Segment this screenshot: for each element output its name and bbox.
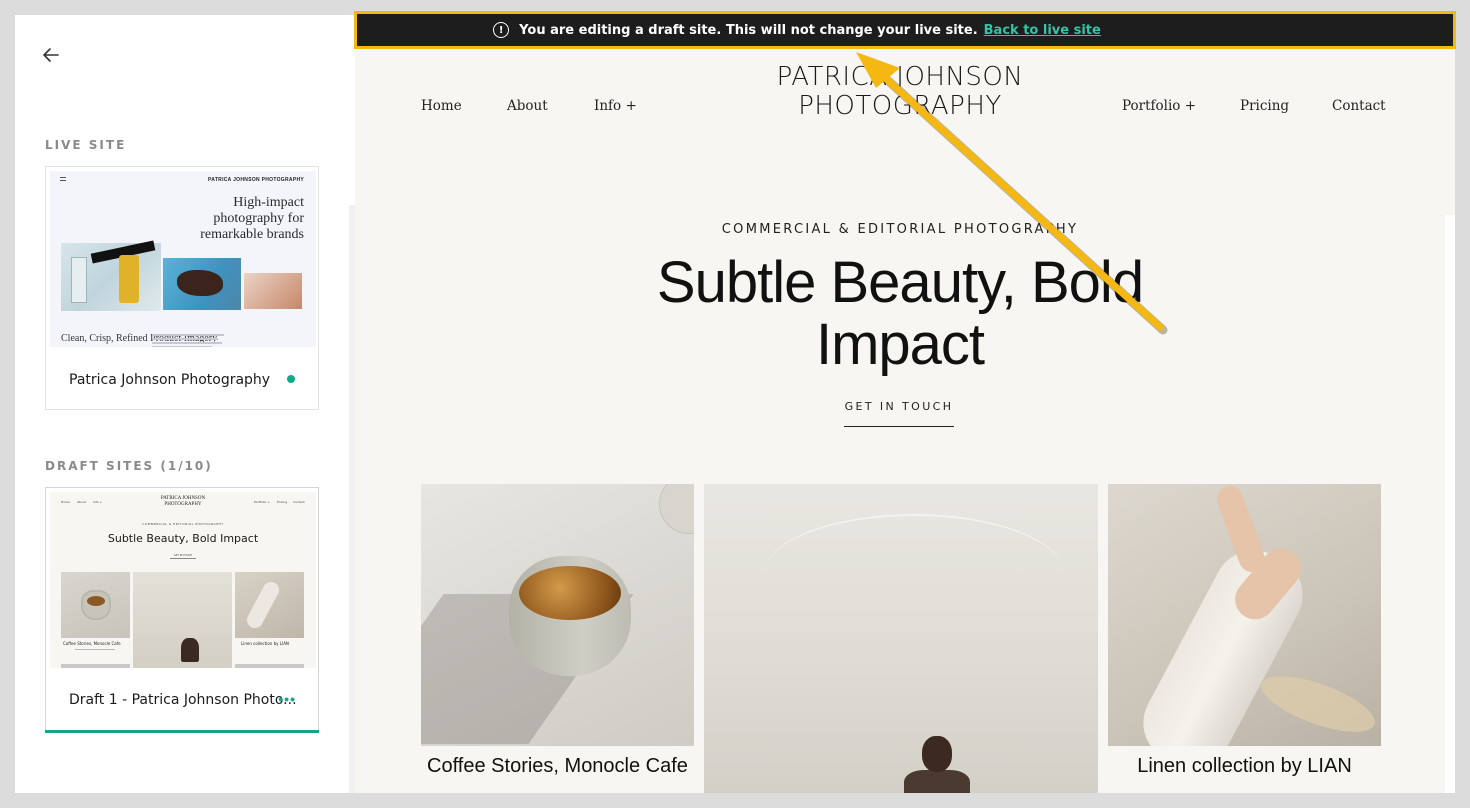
nav-pricing[interactable]: Pricing [1240, 98, 1289, 114]
nav-contact[interactable]: Contact [1332, 98, 1386, 114]
thumb-image-man [133, 572, 232, 668]
draft-sites-heading: DRAFT SITES (1/10) [45, 459, 213, 473]
active-indicator [45, 730, 319, 733]
thumb-caption-2: Linen collection by LIAN [241, 641, 289, 646]
thumb-image-serum [61, 240, 161, 311]
thumb-caption-1: Coffee Stories, Monocle Cafe [63, 641, 121, 646]
portfolio-tile-coffee[interactable] [421, 484, 694, 746]
thumb-paragraph [152, 334, 224, 347]
nav-portfolio[interactable]: Portfolio + [1122, 98, 1196, 114]
thumb-placeholder [235, 664, 304, 668]
banner-message: You are editing a draft site. This will … [519, 22, 978, 38]
live-site-card[interactable]: PATRICA JOHNSON PHOTOGRAPHY High-impact … [45, 166, 319, 410]
arrow-left-icon[interactable] [39, 43, 63, 67]
thumb-nav-pricing: Pricing [277, 500, 288, 504]
site-switcher-panel: LIVE SITE PATRICA JOHNSON PHOTOGRAPHY Hi… [15, 15, 355, 793]
draft-site-name: Draft 1 - Patrica Johnson Photo... [69, 692, 297, 708]
draft-warning-banner: ! You are editing a draft site. This wil… [354, 11, 1456, 49]
hero-subtitle: COMMERCIAL & EDITORIAL PHOTOGRAPHY [721, 222, 1079, 237]
nav-info[interactable]: Info + [594, 98, 637, 114]
thumb-image-linen [235, 572, 304, 638]
thumb-title: Subtle Beauty, Bold Impact [107, 532, 259, 545]
thumb-image-portrait [163, 258, 241, 310]
tile-caption-linen[interactable]: Linen collection by LIAN [1108, 755, 1381, 778]
preview-scrollbar[interactable] [1445, 215, 1455, 793]
thumb-logo: PATRICA JOHNSON PHOTOGRAPHY [208, 177, 304, 183]
alert-circle-icon: ! [493, 22, 510, 38]
nav-home[interactable]: Home [421, 98, 462, 114]
menu-icon [60, 177, 66, 181]
portfolio-tile-linen[interactable] [1108, 484, 1381, 746]
live-site-thumbnail: PATRICA JOHNSON PHOTOGRAPHY High-impact … [50, 171, 316, 347]
draft-site-card[interactable]: Home About Info + Portfolio + Pricing Co… [45, 487, 319, 733]
site-logo[interactable]: PATRICA JOHNSON PHOTOGRAPHY [745, 63, 1055, 121]
back-to-live-site-link[interactable]: Back to live site [984, 23, 1101, 38]
more-options-icon[interactable]: ••• [278, 691, 296, 707]
thumb-nav-home: Home [61, 500, 70, 504]
thumb-subtitle: COMMERCIAL & EDITORIAL PHOTOGRAPHY [142, 522, 224, 526]
hero-title: Subtle Beauty, Bold Impact [656, 250, 1144, 377]
thumb-placeholder [61, 664, 130, 668]
portfolio-tile-model[interactable] [704, 484, 1098, 793]
thumb-nav-info: Info + [93, 500, 103, 504]
draft-site-thumbnail: Home About Info + Portfolio + Pricing Co… [50, 492, 316, 668]
live-status-dot [287, 375, 295, 383]
thumb-logo: PATRICA JOHNSON PHOTOGRAPHY [160, 496, 206, 507]
live-site-name: Patrica Johnson Photography [69, 372, 271, 388]
tile-caption-coffee[interactable]: Coffee Stories, Monocle Cafe [421, 755, 694, 778]
thumb-nav-about: About [77, 500, 86, 504]
thumb-cta: GET IN TOUCH [170, 554, 196, 559]
get-in-touch-button[interactable]: GET IN TOUCH [844, 400, 954, 427]
thumb-nav-contact: Contact [293, 500, 305, 504]
nav-about[interactable]: About [507, 98, 548, 114]
live-site-heading: LIVE SITE [45, 138, 127, 152]
site-preview: Home About Info + Portfolio + Pricing Co… [355, 15, 1455, 793]
thumb-caption-rule [75, 649, 115, 650]
thumb-nav-portfolio: Portfolio + [254, 500, 270, 504]
thumb-hero-text: High-impact photography for remarkable b… [200, 195, 304, 242]
thumb-image-cup [61, 572, 130, 638]
thumb-image-skin [244, 273, 302, 309]
